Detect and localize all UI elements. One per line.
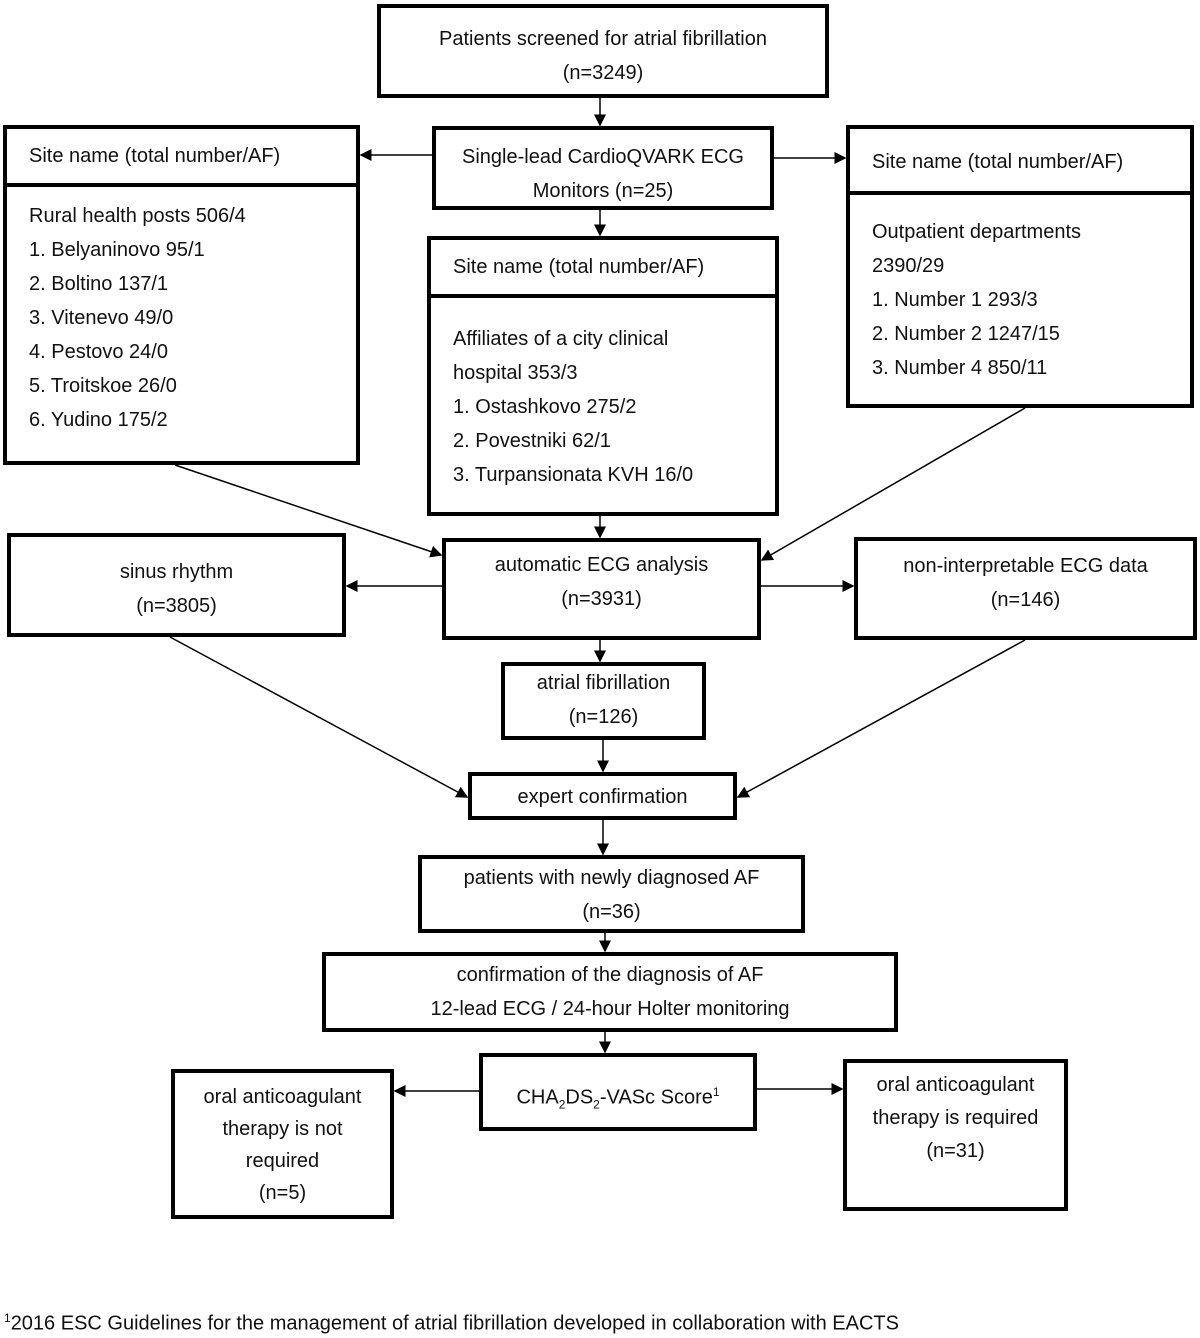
list-item: 5. Troitskoe 26/0 [29, 375, 177, 397]
not-required-line: oral anticoagulant [203, 1086, 362, 1108]
anticoagulant-not-required-box: oral anticoagulant therapy is not requir… [171, 1069, 394, 1219]
expert-label: expert confirmation [517, 786, 688, 808]
confirmation-line1: confirmation of the diagnosis of AF [456, 964, 764, 986]
list-item: Affiliates of a city clinical [453, 328, 669, 350]
list-item: 2. Boltino 137/1 [29, 273, 168, 295]
site-header: Site name (total number/AF) [850, 129, 1190, 195]
noninterpretable-box: non-interpretable ECG data (n=146) [854, 537, 1197, 640]
automatic-count: (n=3931) [561, 588, 642, 610]
atrial-fibrillation-box: atrial fibrillation (n=126) [501, 662, 706, 740]
sinus-count: (n=3805) [136, 595, 217, 617]
footnote-text: 2016 ESC Guidelines for the management o… [10, 1312, 899, 1335]
rural-site-box: Site name (total number/AF) Rural health… [3, 125, 360, 465]
list-item: Outpatient departments [872, 221, 1082, 243]
not-required-line: therapy is not [222, 1118, 343, 1140]
noninterp-label: non-interpretable ECG data [903, 555, 1148, 577]
affiliates-list: Affiliates of a city clinical hospital 3… [431, 298, 775, 492]
list-item: 1. Number 1 293/3 [872, 289, 1038, 311]
affiliates-site-box: Site name (total number/AF) Affiliates o… [427, 236, 779, 516]
automatic-label: automatic ECG analysis [494, 554, 709, 576]
not-required-count: (n=5) [258, 1182, 307, 1204]
list-item: 1. Belyaninovo 95/1 [29, 239, 205, 261]
monitors-count: Monitors (n=25) [532, 180, 674, 202]
footnote-mark: 1 [4, 1311, 11, 1325]
diagnosis-confirmation-box: confirmation of the diagnosis of AF 12-l… [322, 952, 898, 1032]
score-sub: 2 [593, 1097, 600, 1112]
arrow [736, 639, 1026, 798]
required-line: oral anticoagulant [876, 1074, 1035, 1096]
list-item: 3. Vitenevo 49/0 [29, 307, 174, 329]
outpatient-site-box: Site name (total number/AF) Outpatient d… [846, 125, 1194, 408]
sinus-label: sinus rhythm [119, 561, 234, 583]
flowchart: Patients screened for atrial fibrillatio… [0, 0, 1200, 1338]
footnote: 12016 ESC Guidelines for the management … [4, 1311, 899, 1336]
required-count: (n=31) [926, 1140, 985, 1162]
list-item: 2. Number 2 1247/15 [872, 323, 1060, 345]
expert-confirmation-box: expert confirmation [468, 772, 737, 820]
list-item: Rural health posts 506/4 [29, 205, 246, 227]
screened-title: Patients screened for atrial fibrillatio… [439, 28, 767, 50]
af-label: atrial fibrillation [536, 672, 671, 694]
sinus-rhythm-box: sinus rhythm (n=3805) [7, 533, 346, 637]
newly-diagnosed-box: patients with newly diagnosed AF (n=36) [418, 855, 805, 933]
score-part: CHA [516, 1086, 559, 1109]
list-item: 1. Ostashkovo 275/2 [453, 396, 637, 418]
list-item: 3. Turpansionata KVH 16/0 [453, 464, 694, 486]
site-header: Site name (total number/AF) [431, 240, 775, 298]
not-required-line: required [245, 1150, 320, 1172]
score-label: CHA2DS2-VASc Score1 [483, 1075, 753, 1122]
screened-box: Patients screened for atrial fibrillatio… [377, 4, 829, 98]
anticoagulant-required-box: oral anticoagulant therapy is required (… [843, 1059, 1068, 1211]
cha2ds2-vasc-box: CHA2DS2-VASc Score1 [479, 1053, 757, 1131]
list-item: 4. Pestovo 24/0 [29, 341, 168, 363]
monitors-title: Single-lead CardioQVARK ECG [462, 146, 744, 168]
list-item: 3. Number 4 850/11 [872, 357, 1048, 379]
arrow [169, 636, 469, 798]
newly-label: patients with newly diagnosed AF [463, 867, 760, 889]
af-count: (n=126) [568, 706, 639, 728]
automatic-analysis-box: automatic ECG analysis (n=3931) [442, 538, 761, 640]
footnote-ref: 1 [712, 1085, 720, 1099]
newly-count: (n=36) [582, 901, 641, 923]
list-item: 2. Povestniki 62/1 [453, 430, 611, 452]
rural-list: Rural health posts 506/4 1. Belyaninovo … [7, 187, 356, 437]
list-item: 6. Yudino 175/2 [29, 409, 168, 431]
screened-count: (n=3249) [562, 62, 644, 84]
list-item: hospital 353/3 [453, 362, 578, 384]
confirmation-line2: 12-lead ECG / 24-hour Holter monitoring [430, 998, 790, 1020]
score-part: DS [565, 1086, 594, 1109]
required-line: therapy is required [872, 1107, 1039, 1129]
site-header: Site name (total number/AF) [7, 129, 356, 187]
monitors-box: Single-lead CardioQVARK ECG Monitors (n=… [432, 126, 774, 210]
score-part: -VASc Score [599, 1086, 713, 1109]
list-item: 2390/29 [872, 255, 945, 277]
outpatient-list: Outpatient departments 2390/29 1. Number… [850, 195, 1190, 385]
noninterp-count: (n=146) [990, 589, 1061, 611]
